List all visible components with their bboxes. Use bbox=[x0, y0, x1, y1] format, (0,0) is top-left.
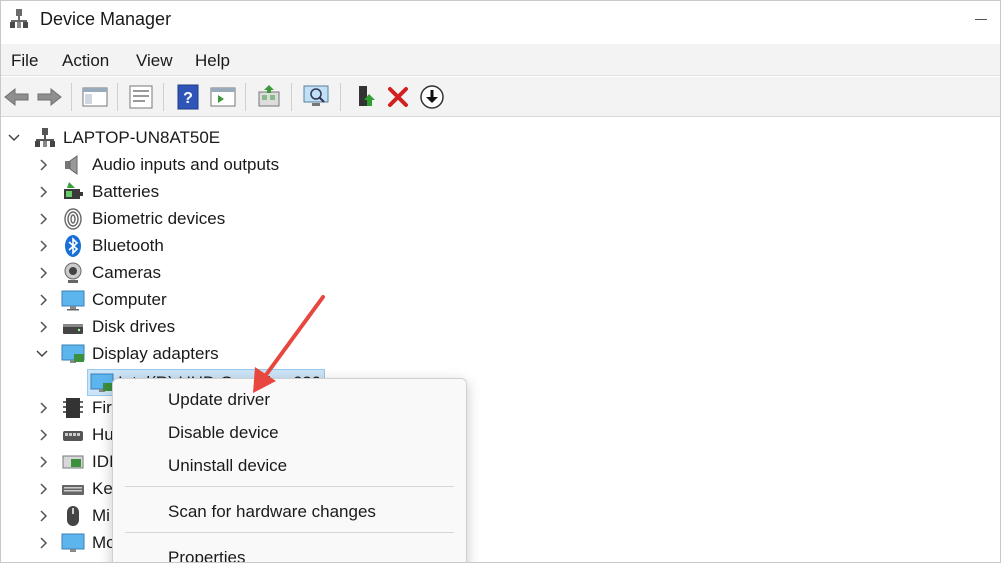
category-label: IDI bbox=[92, 452, 114, 471]
chevron-right-icon[interactable] bbox=[37, 210, 51, 228]
uninstall-device-icon[interactable] bbox=[384, 83, 412, 111]
menu-disable-device[interactable]: Disable device bbox=[168, 423, 279, 443]
show-hide-console-tree-icon[interactable] bbox=[81, 83, 109, 111]
tree-category-batteries[interactable]: Batteries bbox=[1, 179, 601, 206]
category-label: Biometric devices bbox=[92, 209, 226, 228]
category-label: Computer bbox=[92, 290, 167, 309]
chevron-right-icon[interactable] bbox=[37, 507, 51, 525]
bluetooth-icon bbox=[65, 235, 81, 257]
category-label: Display adapters bbox=[92, 344, 219, 363]
category-label: Disk drives bbox=[92, 317, 176, 336]
chevron-right-icon[interactable] bbox=[37, 156, 51, 174]
minimize-button[interactable] bbox=[975, 19, 987, 20]
category-label: Hu bbox=[92, 425, 114, 444]
firmware-icon bbox=[63, 398, 83, 418]
chevron-right-icon[interactable] bbox=[37, 453, 51, 471]
root-label: LAPTOP-UN8AT50E bbox=[63, 128, 221, 147]
chevron-right-icon[interactable] bbox=[37, 399, 51, 417]
chevron-right-icon[interactable] bbox=[37, 183, 51, 201]
action-pane-icon[interactable] bbox=[209, 83, 237, 111]
monitor-icon bbox=[61, 290, 85, 311]
menu-action[interactable]: Action bbox=[62, 51, 109, 71]
category-label: Batteries bbox=[92, 182, 160, 201]
speaker-icon bbox=[65, 155, 78, 175]
battery-icon bbox=[64, 182, 83, 199]
category-label: Mi bbox=[92, 506, 110, 525]
menu-separator bbox=[125, 532, 454, 533]
display-adapter-icon bbox=[61, 344, 85, 363]
window-title: Device Manager bbox=[40, 9, 172, 29]
menu-view[interactable]: View bbox=[136, 51, 173, 71]
menu-help[interactable]: Help bbox=[195, 51, 230, 71]
chevron-down-icon[interactable] bbox=[35, 345, 49, 363]
context-menu: Update driver Disable device Uninstall d… bbox=[112, 378, 467, 562]
forward-icon[interactable] bbox=[35, 83, 63, 111]
chevron-right-icon[interactable] bbox=[37, 291, 51, 309]
tree-category-cameras[interactable]: Cameras bbox=[1, 260, 601, 287]
chevron-right-icon[interactable] bbox=[37, 264, 51, 282]
download-icon[interactable] bbox=[418, 83, 446, 111]
computer-network-icon bbox=[35, 128, 55, 147]
fingerprint-icon bbox=[64, 208, 82, 230]
category-label: Fir bbox=[92, 398, 112, 417]
properties-icon[interactable] bbox=[127, 83, 155, 111]
tree-category-display-adapters[interactable]: Display adapters bbox=[1, 341, 601, 368]
enable-device-icon[interactable] bbox=[351, 83, 379, 111]
chevron-right-icon[interactable] bbox=[37, 237, 51, 255]
menu-update-driver[interactable]: Update driver bbox=[168, 390, 270, 410]
display-adapter-icon bbox=[90, 373, 114, 392]
device-manager-app-icon bbox=[10, 9, 28, 28]
tree-category-biometric[interactable]: Biometric devices bbox=[1, 206, 601, 233]
tree-category-audio[interactable]: Audio inputs and outputs bbox=[1, 152, 601, 179]
chevron-right-icon[interactable] bbox=[37, 534, 51, 552]
ide-controller-icon bbox=[62, 455, 84, 469]
menu-file[interactable]: File bbox=[11, 51, 38, 71]
tree-category-disk-drives[interactable]: Disk drives bbox=[1, 314, 601, 341]
menu-properties[interactable]: Properties bbox=[168, 548, 245, 562]
menu-separator bbox=[125, 486, 454, 487]
camera-icon bbox=[64, 262, 82, 283]
category-label: Audio inputs and outputs bbox=[92, 155, 280, 174]
menu-bar: File Action View Help bbox=[1, 44, 1000, 76]
help-icon[interactable]: ? bbox=[174, 83, 202, 111]
tree-category-bluetooth[interactable]: Bluetooth bbox=[1, 233, 601, 260]
menu-uninstall-device[interactable]: Uninstall device bbox=[168, 456, 287, 476]
chevron-right-icon[interactable] bbox=[37, 480, 51, 498]
monitor-icon bbox=[61, 533, 85, 552]
category-label: Ke bbox=[92, 479, 113, 498]
category-label: Bluetooth bbox=[92, 236, 164, 255]
menu-scan-hardware-changes[interactable]: Scan for hardware changes bbox=[168, 502, 376, 522]
chevron-down-icon[interactable] bbox=[7, 129, 21, 147]
chevron-right-icon[interactable] bbox=[37, 318, 51, 336]
update-driver-software-icon[interactable] bbox=[255, 83, 283, 111]
scan-hardware-icon[interactable] bbox=[302, 83, 330, 111]
back-icon[interactable] bbox=[3, 83, 31, 111]
disk-drive-icon bbox=[63, 324, 83, 334]
mouse-icon bbox=[67, 506, 79, 526]
chevron-right-icon[interactable] bbox=[37, 426, 51, 444]
title-bar: Device Manager bbox=[1, 1, 1000, 41]
device-manager-window: Device Manager File Action View Help ? L… bbox=[0, 0, 1001, 563]
tree-root[interactable]: LAPTOP-UN8AT50E bbox=[1, 125, 601, 152]
svg-text:?: ? bbox=[183, 90, 193, 107]
category-label: Cameras bbox=[92, 263, 161, 282]
human-interface-icon bbox=[63, 431, 83, 441]
keyboard-icon bbox=[62, 485, 84, 495]
toolbar: ? bbox=[1, 77, 1000, 117]
tree-category-computer[interactable]: Computer bbox=[1, 287, 601, 314]
